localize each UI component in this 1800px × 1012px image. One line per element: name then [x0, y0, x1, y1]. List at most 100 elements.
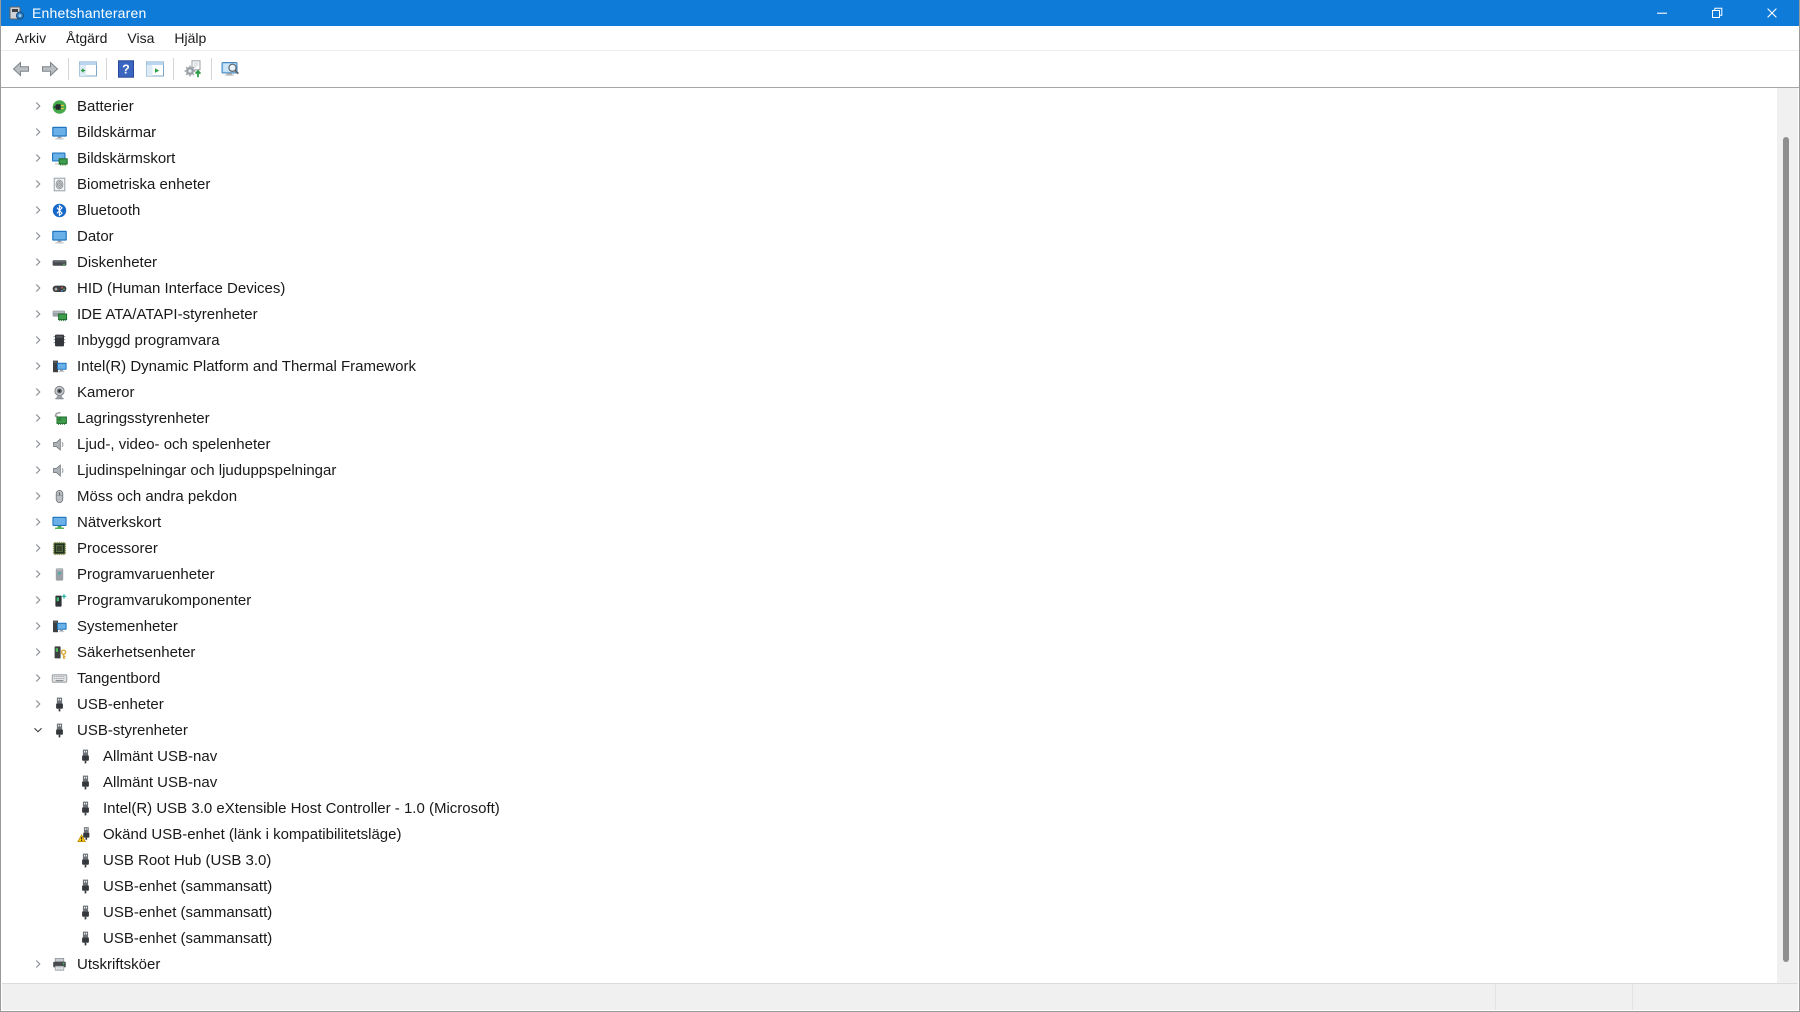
minimize-button[interactable] [1634, 0, 1689, 26]
tree-item-label: USB-enhet (sammansatt) [100, 877, 275, 896]
tree-item[interactable]: Ljud-, video- och spelenheter [2, 431, 1798, 457]
chevron-right-icon[interactable] [30, 956, 46, 972]
chevron-right-icon[interactable] [30, 410, 46, 426]
chevron-right-icon[interactable] [30, 176, 46, 192]
chevron-right-icon[interactable] [30, 644, 46, 660]
tree-item[interactable]: USB Root Hub (USB 3.0) [2, 847, 1798, 873]
chevron-right-icon[interactable] [30, 150, 46, 166]
status-pane [1496, 984, 1633, 1010]
menu-visa[interactable]: Visa [117, 27, 164, 49]
usb-warning-icon [76, 825, 94, 843]
tree-item[interactable]: Tangentbord [2, 665, 1798, 691]
chevron-right-icon[interactable] [30, 98, 46, 114]
tree-item[interactable]: USB-enhet (sammansatt) [2, 899, 1798, 925]
toolbar-separator [211, 58, 212, 80]
close-icon [1766, 7, 1778, 19]
tree-item-label: Ljudinspelningar och ljuduppspelningar [74, 461, 339, 480]
tree-item[interactable]: USB-enhet (sammansatt) [2, 873, 1798, 899]
tree-item-label: Nätverkskort [74, 513, 164, 532]
device-manager-icon [9, 5, 25, 21]
tree-item[interactable]: Bluetooth [2, 197, 1798, 223]
ide-controller-icon [50, 305, 68, 323]
chevron-right-icon[interactable] [30, 540, 46, 556]
tree-item-label: Bluetooth [74, 201, 143, 220]
chevron-right-icon[interactable] [30, 670, 46, 686]
tree-item[interactable]: Batterier [2, 93, 1798, 119]
chevron-right-icon[interactable] [30, 488, 46, 504]
chevron-right-icon[interactable] [30, 124, 46, 140]
tree-item[interactable]: Möss och andra pekdon [2, 483, 1798, 509]
chevron-right-icon[interactable] [30, 618, 46, 634]
chevron-right-icon[interactable] [30, 566, 46, 582]
tree-item[interactable]: Lagringsstyrenheter [2, 405, 1798, 431]
chevron-right-icon[interactable] [30, 202, 46, 218]
chevron-right-icon[interactable] [30, 254, 46, 270]
system-device-icon [50, 617, 68, 635]
chevron-right-icon[interactable] [30, 592, 46, 608]
close-button[interactable] [1744, 0, 1799, 26]
chevron-right-icon[interactable] [30, 514, 46, 530]
tree-item[interactable]: USB-enhet (sammansatt) [2, 925, 1798, 951]
bluetooth-icon [50, 201, 68, 219]
show-console-tree-button[interactable] [74, 56, 101, 83]
keyboard-icon [50, 669, 68, 687]
chevron-right-icon[interactable] [30, 306, 46, 322]
monitor-icon [50, 227, 68, 245]
tree-item[interactable]: HID (Human Interface Devices) [2, 275, 1798, 301]
device-manager-window: Enhetshanteraren ArkivÅtgärdVisaHjälp ? … [0, 0, 1800, 1012]
restore-button[interactable] [1689, 0, 1744, 26]
forward-button[interactable] [36, 56, 63, 83]
chevron-right-icon[interactable] [30, 436, 46, 452]
tree-item-label: Ljud-, video- och spelenheter [74, 435, 273, 454]
scan-hardware-changes-button[interactable] [217, 56, 244, 83]
speaker-icon [50, 435, 68, 453]
tree-item[interactable]: Diskenheter [2, 249, 1798, 275]
tree-item-label: USB-enhet (sammansatt) [100, 903, 275, 922]
tree-item[interactable]: Intel(R) USB 3.0 eXtensible Host Control… [2, 795, 1798, 821]
tree-item[interactable]: Programvarukomponenter [2, 587, 1798, 613]
chevron-right-icon[interactable] [30, 696, 46, 712]
chevron-right-icon[interactable] [30, 384, 46, 400]
update-driver-icon [183, 59, 203, 79]
tree-item[interactable]: IDE ATA/ATAPI-styrenheter [2, 301, 1798, 327]
tree-item[interactable]: Inbyggd programvara [2, 327, 1798, 353]
tree-item[interactable]: Intel(R) Dynamic Platform and Thermal Fr… [2, 353, 1798, 379]
chevron-right-icon[interactable] [30, 280, 46, 296]
chevron-down-icon[interactable] [30, 722, 46, 738]
vertical-scrollbar[interactable] [1777, 88, 1798, 984]
tree-item[interactable]: Ljudinspelningar och ljuduppspelningar [2, 457, 1798, 483]
tree-item[interactable]: USB-styrenheter [2, 717, 1798, 743]
tree-item[interactable]: Dator [2, 223, 1798, 249]
tree-item[interactable]: Processorer [2, 535, 1798, 561]
tree-item[interactable]: Nätverkskort [2, 509, 1798, 535]
update-driver-button[interactable] [179, 56, 206, 83]
usb-icon [50, 695, 68, 713]
statusbar [2, 983, 1798, 1010]
tree-item[interactable]: Utskriftsköer [2, 951, 1798, 977]
chevron-right-icon[interactable] [30, 332, 46, 348]
chevron-right-icon[interactable] [30, 228, 46, 244]
scrollbar-thumb[interactable] [1783, 137, 1789, 962]
menu-hjalp[interactable]: Hjälp [164, 27, 216, 49]
tree-item[interactable]: Okänd USB-enhet (länk i kompatibilitetsl… [2, 821, 1798, 847]
tree-item[interactable]: Bildskärmar [2, 119, 1798, 145]
menu-arkiv[interactable]: Arkiv [5, 27, 56, 49]
usb-icon [50, 721, 68, 739]
tree-item[interactable]: Programvaruenheter [2, 561, 1798, 587]
tree-item[interactable]: Allmänt USB-nav [2, 769, 1798, 795]
tree-item[interactable]: Systemenheter [2, 613, 1798, 639]
help-button[interactable]: ? [112, 56, 139, 83]
tree-item[interactable]: Biometriska enheter [2, 171, 1798, 197]
chevron-right-icon[interactable] [30, 358, 46, 374]
tree-item[interactable]: Säkerhetsenheter [2, 639, 1798, 665]
scan-hardware-icon [221, 59, 241, 79]
battery-icon [50, 97, 68, 115]
chevron-right-icon[interactable] [30, 462, 46, 478]
window-action-button[interactable] [141, 56, 168, 83]
menu-atgard[interactable]: Åtgärd [56, 27, 117, 49]
back-button[interactable] [7, 56, 34, 83]
tree-item[interactable]: USB-enheter [2, 691, 1798, 717]
tree-item[interactable]: Kameror [2, 379, 1798, 405]
tree-item[interactable]: Bildskärmskort [2, 145, 1798, 171]
tree-item[interactable]: Allmänt USB-nav [2, 743, 1798, 769]
